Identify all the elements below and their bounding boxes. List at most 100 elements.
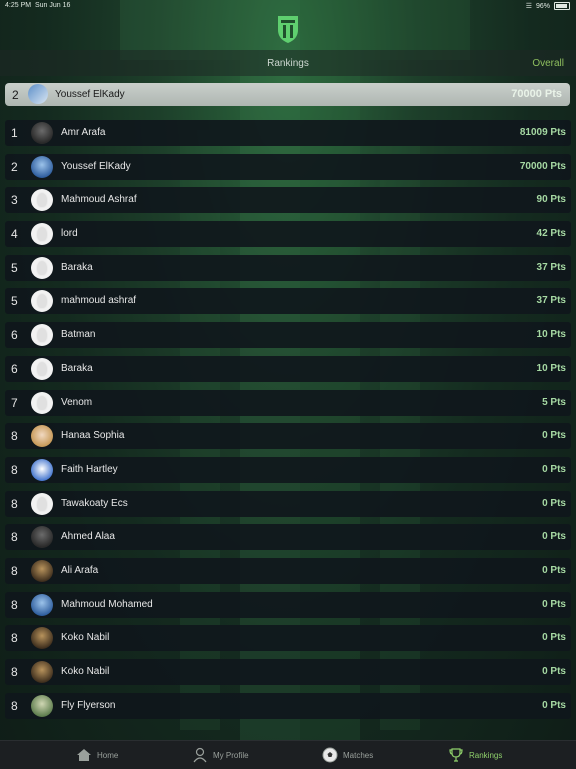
- player-name: Hanaa Sophia: [61, 430, 125, 442]
- rank-number: 8: [11, 462, 18, 477]
- ranking-row[interactable]: 8 Ahmed Alaa 0 Pts: [5, 524, 571, 551]
- rank-number: 8: [11, 563, 18, 578]
- rank-number: 3: [11, 193, 18, 208]
- ranking-row[interactable]: 8 Koko Nabil 0 Pts: [5, 659, 571, 685]
- avatar: [31, 391, 53, 414]
- player-points: 0 Pts: [542, 531, 566, 543]
- player-name: Koko Nabil: [61, 666, 110, 677]
- player-points: 81009 Pts: [519, 127, 566, 138]
- avatar: [31, 223, 53, 246]
- rankings-header: Rankings Overall: [0, 50, 576, 76]
- player-points: 90 Pts: [536, 194, 566, 206]
- ranking-row[interactable]: 6 Batman 10 Pts: [5, 322, 571, 349]
- tab-rankings[interactable]: Rankings: [448, 741, 502, 769]
- avatar: [31, 559, 53, 582]
- home-icon: [77, 749, 91, 761]
- player-name: lord: [61, 228, 78, 240]
- rank-number: 1: [11, 126, 18, 140]
- rank-number: 8: [11, 429, 18, 444]
- current-user-rank-row[interactable]: 2 Youssef ElKady 70000 Pts: [5, 83, 570, 106]
- player-points: 42 Pts: [536, 228, 566, 240]
- player-name: Ali Arafa: [61, 564, 99, 576]
- ranking-row[interactable]: 6 Baraka 10 Pts: [5, 355, 571, 382]
- avatar: [31, 458, 53, 481]
- ranking-row[interactable]: 5 mahmoud ashraf 37 Pts: [5, 288, 571, 315]
- player-name: mahmoud ashraf: [61, 295, 137, 307]
- avatar: [31, 526, 53, 549]
- player-name: Amr Arafa: [61, 127, 106, 138]
- rank-number: 8: [11, 530, 18, 545]
- avatar: [31, 290, 53, 313]
- status-right: ☰ 96%: [526, 2, 570, 10]
- current-user-avatar: [28, 84, 48, 104]
- person-icon: [193, 747, 207, 763]
- ranking-row[interactable]: 8 Faith Hartley 0 Pts: [5, 456, 571, 483]
- ranking-row[interactable]: 3 Mahmoud Ashraf 90 Pts: [5, 187, 571, 214]
- player-points: 0 Pts: [542, 598, 566, 610]
- rankings-list[interactable]: 1 Amr Arafa 81009 Pts 2 Youssef ElKady 70000 …: [5, 120, 571, 726]
- rank-number: 8: [11, 665, 18, 679]
- player-points: 37 Pts: [536, 295, 566, 307]
- ranking-row[interactable]: 2 Youssef ElKady 70000 Pts: [5, 153, 571, 180]
- rank-number: 4: [11, 227, 18, 242]
- rank-number: 6: [11, 328, 18, 343]
- current-user-name: Youssef ElKady: [55, 89, 125, 100]
- battery-percent: 96%: [535, 2, 550, 10]
- player-name: Baraka: [61, 362, 93, 374]
- avatar: [31, 357, 53, 380]
- player-points: 10 Pts: [536, 362, 566, 374]
- tab-my-profile[interactable]: My Profile: [192, 741, 249, 769]
- ranking-row[interactable]: 8 Tawakoaty Ecs 0 Pts: [5, 490, 571, 517]
- ranking-row[interactable]: 8 Mahmoud Mohamed 0 Pts: [5, 591, 571, 618]
- app-logo: [278, 16, 298, 43]
- tab-matches[interactable]: Matches: [322, 741, 373, 769]
- player-name: Tawakoaty Ecs: [61, 497, 128, 509]
- player-name: Faith Hartley: [61, 463, 118, 475]
- tab-home[interactable]: Home: [76, 741, 118, 769]
- status-time: 4:25 PM Sun Jun 16: [5, 2, 71, 9]
- ranking-row[interactable]: 8 Koko Nabil 0 Pts: [5, 625, 571, 652]
- player-points: 0 Pts: [542, 430, 566, 442]
- player-name: Fly Flyerson: [61, 699, 116, 711]
- rank-number: 7: [11, 395, 18, 410]
- avatar: [31, 593, 53, 616]
- current-user-points: 70000 Pts: [511, 88, 562, 100]
- player-name: Batman: [61, 329, 96, 341]
- player-points: 0 Pts: [542, 564, 566, 576]
- avatar: [31, 661, 53, 683]
- player-points: 70000 Pts: [519, 160, 566, 172]
- player-points: 5 Pts: [542, 396, 566, 408]
- player-points: 10 Pts: [536, 329, 566, 341]
- player-points: 0 Pts: [542, 666, 566, 677]
- status-bar: 4:25 PM Sun Jun 16 ☰ 96%: [0, 0, 576, 12]
- rank-number: 8: [11, 631, 18, 646]
- avatar: [31, 324, 53, 347]
- player-points: 0 Pts: [542, 699, 566, 711]
- ranking-row[interactable]: 1 Amr Arafa 81009 Pts: [5, 120, 571, 146]
- ranking-row[interactable]: 4 lord 42 Pts: [5, 221, 571, 248]
- soccer-ball-icon: [322, 747, 338, 763]
- tab-my-profile-label: My Profile: [213, 750, 249, 760]
- overall-filter-button[interactable]: Overall: [532, 58, 564, 69]
- ranking-row[interactable]: 7 Venom 5 Pts: [5, 389, 571, 416]
- player-name: Mahmoud Ashraf: [61, 194, 137, 206]
- ranking-row[interactable]: 8 Fly Flyerson 0 Pts: [5, 692, 571, 719]
- ranking-row[interactable]: 8 Ali Arafa 0 Pts: [5, 557, 571, 584]
- ranking-row[interactable]: 8 Hanaa Sophia 0 Pts: [5, 423, 571, 450]
- avatar: [31, 122, 53, 144]
- avatar: [31, 189, 53, 212]
- player-name: Venom: [61, 396, 93, 408]
- rank-number: 5: [11, 260, 18, 275]
- player-name: Mahmoud Mohamed: [61, 598, 153, 610]
- player-name: Baraka: [61, 261, 93, 273]
- ranking-row[interactable]: 5 Baraka 37 Pts: [5, 254, 571, 281]
- player-name: Koko Nabil: [61, 632, 110, 644]
- player-points: 37 Pts: [536, 261, 566, 273]
- battery-icon: [554, 2, 570, 10]
- player-name: Ahmed Alaa: [61, 531, 115, 543]
- rank-number: 6: [11, 361, 18, 376]
- current-user-rank: 2: [12, 88, 19, 102]
- avatar: [31, 492, 53, 515]
- avatar: [31, 627, 53, 650]
- player-points: 0 Pts: [542, 463, 566, 475]
